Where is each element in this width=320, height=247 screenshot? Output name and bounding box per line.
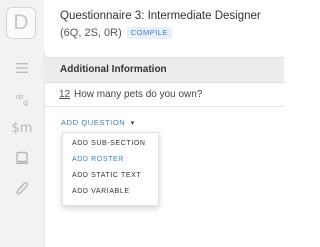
- macros-icon[interactable]: $m: [0, 116, 44, 140]
- caret-down-icon: ▼: [129, 120, 137, 127]
- page-title: Questionnaire 3: Intermediate Designer: [60, 10, 261, 22]
- stats-text: (6Q, 2S, 0R): [60, 27, 122, 39]
- menu-item-add-sub-section[interactable]: ADD SUB-SECTION: [72, 136, 146, 152]
- svg-text:g: g: [23, 98, 28, 106]
- add-question-button[interactable]: ADD QUESTION ▼: [58, 115, 139, 130]
- left-sidebar: D ∞ g $m: [0, 0, 45, 247]
- menu-item-add-roster[interactable]: ADD ROSTER: [72, 152, 124, 168]
- add-menu-dropdown: ADD SUB-SECTION ADD ROSTER ADD STATIC TE…: [62, 132, 159, 206]
- question-text: How many pets do you own?: [74, 89, 203, 100]
- variables-icon[interactable]: ∞ g: [0, 86, 44, 110]
- section-header[interactable]: Additional Information: [44, 57, 284, 83]
- compile-button[interactable]: COMPILE: [126, 27, 173, 39]
- add-question-label: ADD QUESTION: [61, 118, 126, 127]
- menu-icon[interactable]: [0, 56, 44, 80]
- macros-icon-glyph: $m: [11, 120, 33, 136]
- menu-item-add-static-text[interactable]: ADD STATIC TEXT: [72, 168, 141, 184]
- app-logo[interactable]: D: [6, 7, 36, 39]
- questionnaire-header: Questionnaire 3: Intermediate Designer (…: [44, 0, 284, 52]
- question-row[interactable]: 12 How many pets do you own?: [44, 84, 284, 107]
- questionnaire-stats: (6Q, 2S, 0R) COMPILE: [60, 27, 173, 39]
- section-title: Additional Information: [60, 64, 167, 75]
- attachment-icon[interactable]: [0, 176, 44, 200]
- display-icon[interactable]: [0, 146, 44, 170]
- menu-item-add-variable[interactable]: ADD VARIABLE: [72, 184, 130, 200]
- question-number: 12: [59, 89, 71, 100]
